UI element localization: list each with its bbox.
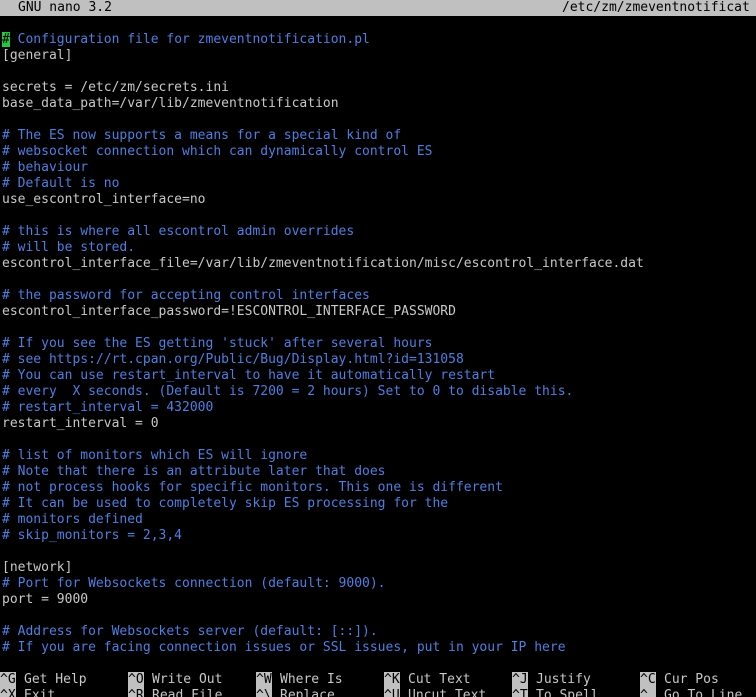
config-line bbox=[2, 544, 756, 560]
comment-line: # Address for Websockets server (default… bbox=[2, 624, 378, 639]
comment-line: # will be stored. bbox=[2, 240, 136, 255]
comment-line: # Port for Websockets connection (defaul… bbox=[2, 576, 386, 591]
comment-line: # Configuration file for zmeventnotifica… bbox=[2, 32, 756, 48]
shortcut-label: Replace bbox=[280, 688, 335, 697]
shortcut-go-to-line[interactable]: ^_ Go To Line bbox=[640, 688, 742, 697]
shortcut-label: Cur Pos bbox=[664, 672, 719, 687]
comment-line: # the password for accepting control int… bbox=[2, 288, 370, 303]
comment-line: # list of monitors which ES will ignore bbox=[2, 448, 308, 463]
shortcut-label: To Spell bbox=[536, 688, 599, 697]
shortcut-write-out[interactable]: ^O Write Out bbox=[128, 672, 222, 688]
comment-line: # skip_monitors = 2,3,4 bbox=[2, 528, 183, 543]
shortcut-label: Where Is bbox=[280, 672, 343, 687]
shortcut-key: ^\ bbox=[256, 688, 272, 697]
comment-line: # restart_interval = 432000 bbox=[2, 400, 214, 415]
comment-line: # see https://rt.cpan.org/Public/Bug/Dis… bbox=[2, 352, 464, 367]
shortcut-label: Get Help bbox=[24, 672, 87, 687]
config-line: escontrol_interface_file=/var/lib/zmeven… bbox=[2, 256, 644, 271]
shortcut-key: ^O bbox=[128, 672, 144, 688]
shortcut-label: Uncut Text bbox=[408, 688, 487, 697]
shortcut-key: ^J bbox=[512, 672, 528, 688]
shortcut-uncut-text[interactable]: ^U Uncut Text bbox=[384, 688, 486, 697]
comment-line: # The ES now supports a means for a spec… bbox=[2, 128, 402, 143]
config-line bbox=[2, 608, 756, 624]
shortcut-key: ^T bbox=[512, 688, 528, 697]
config-line bbox=[2, 64, 756, 80]
config-line: escontrol_interface_password=!ESCONTROL_… bbox=[2, 304, 456, 319]
config-line: [general] bbox=[2, 48, 73, 63]
shortcut-get-help[interactable]: ^G Get Help bbox=[0, 672, 87, 688]
config-line: use_escontrol_interface=no bbox=[2, 192, 206, 207]
config-line bbox=[2, 208, 756, 224]
nano-title-bar: GNU nano 3.2 /etc/zm/zmeventnotificat bbox=[0, 0, 756, 16]
config-line bbox=[2, 112, 756, 128]
shortcut-read-file[interactable]: ^R Read File bbox=[128, 688, 222, 697]
shortcut-key: ^_ bbox=[640, 688, 656, 697]
config-line bbox=[2, 272, 756, 288]
shortcut-to-spell[interactable]: ^T To Spell bbox=[512, 688, 599, 697]
shortcut-key: ^C bbox=[640, 672, 656, 688]
file-path: /etc/zm/zmeventnotificat bbox=[562, 0, 750, 15]
editor-name: GNU nano 3.2 bbox=[18, 0, 112, 15]
shortcut-cur-pos[interactable]: ^C Cur Pos bbox=[640, 672, 719, 688]
shortcut-label: Justify bbox=[536, 672, 591, 687]
comment-line: # behaviour bbox=[2, 160, 89, 175]
shortcut-key: ^W bbox=[256, 672, 272, 688]
shortcut-where-is[interactable]: ^W Where Is bbox=[256, 672, 343, 688]
config-line: port = 9000 bbox=[2, 592, 89, 607]
config-line: [network] bbox=[2, 560, 73, 575]
shortcut-key: ^R bbox=[128, 688, 144, 697]
shortcut-exit[interactable]: ^X Exit bbox=[0, 688, 55, 697]
config-line bbox=[2, 320, 756, 336]
editor-text-area[interactable]: # Configuration file for zmeventnotifica… bbox=[2, 32, 756, 656]
config-line bbox=[2, 432, 756, 448]
shortcut-justify[interactable]: ^J Justify bbox=[512, 672, 591, 688]
shortcut-label: Go To Line bbox=[664, 688, 743, 697]
comment-line: # If you see the ES getting 'stuck' afte… bbox=[2, 336, 433, 351]
terminal-window: GNU nano 3.2 /etc/zm/zmeventnotificat # … bbox=[0, 0, 756, 697]
shortcut-label: Exit bbox=[24, 688, 56, 697]
comment-line: # If you are facing connection issues or… bbox=[2, 640, 566, 655]
shortcut-bar: ^G Get Help ^O Write Out ^W Where Is ^K Cut Tex… bbox=[0, 672, 756, 697]
shortcut-key: ^X bbox=[0, 688, 16, 697]
shortcut-label: Read File bbox=[152, 688, 223, 697]
config-line: restart_interval = 0 bbox=[2, 416, 159, 431]
shortcut-key: ^U bbox=[384, 688, 400, 697]
shortcut-label: Write Out bbox=[152, 672, 223, 687]
comment-line: # Note that there is an attribute later … bbox=[2, 464, 386, 479]
shortcut-key: ^G bbox=[0, 672, 16, 688]
shortcut-label: Cut Text bbox=[408, 672, 471, 687]
comment-line: # this is where all escontrol admin over… bbox=[2, 224, 355, 239]
comment-line: # monitors defined bbox=[2, 512, 143, 527]
text-cursor: # bbox=[2, 32, 10, 47]
shortcut-cut-text[interactable]: ^K Cut Text bbox=[384, 672, 471, 688]
comment-line: # Default is no bbox=[2, 176, 120, 191]
shortcut-replace[interactable]: ^\ Replace bbox=[256, 688, 335, 697]
config-line: base_data_path=/var/lib/zmeventnotificat… bbox=[2, 96, 339, 111]
config-line: secrets = /etc/zm/secrets.ini bbox=[2, 80, 229, 95]
comment-line: # You can use restart_interval to have i… bbox=[2, 368, 496, 383]
comment-line: # not process hooks for specific monitor… bbox=[2, 480, 503, 495]
comment-line: # every X seconds. (Default is 7200 = 2 … bbox=[2, 384, 574, 399]
line-text: Configuration file for zmeventnotificati… bbox=[9, 32, 370, 47]
comment-line: # websocket connection which can dynamic… bbox=[2, 144, 433, 159]
comment-line: # It can be used to completely skip ES p… bbox=[2, 496, 449, 511]
shortcut-key: ^K bbox=[384, 672, 400, 688]
